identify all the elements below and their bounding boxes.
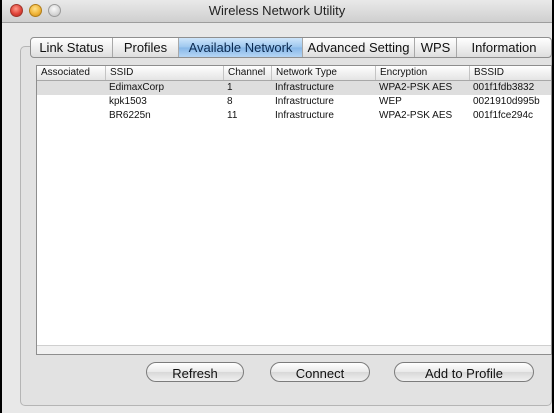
cell-encryption: WPA2-PSK AES xyxy=(379,110,453,121)
column-header-channel[interactable]: Channel xyxy=(223,66,271,80)
tab-available-network[interactable]: Available Network xyxy=(179,38,303,57)
tab-information[interactable]: Information xyxy=(457,38,551,57)
cell-network-type: Infrastructure xyxy=(275,110,334,121)
column-header-network-type[interactable]: Network Type xyxy=(271,66,375,80)
cell-associated xyxy=(37,81,105,95)
cell-ssid: EdimaxCorp xyxy=(109,82,165,93)
connect-button[interactable]: Connect xyxy=(270,362,370,382)
cell-associated xyxy=(37,95,105,109)
column-header-bssid[interactable]: BSSID xyxy=(469,66,551,80)
table-row[interactable]: kpk1503 8 Infrastructure WEP 0021910d995… xyxy=(37,95,551,109)
column-header-ssid[interactable]: SSID xyxy=(105,66,223,80)
tab-profiles[interactable]: Profiles xyxy=(113,38,179,57)
app-window: Wireless Network Utility Link Status Pro… xyxy=(2,0,552,413)
cell-channel: 1 xyxy=(227,82,233,93)
cell-bssid: 001f1fce294c xyxy=(473,110,534,121)
cell-channel: 11 xyxy=(227,110,238,121)
cell-ssid: kpk1503 xyxy=(109,96,147,107)
window-title: Wireless Network Utility xyxy=(208,3,346,18)
available-networks-table[interactable]: Associated SSID Channel Network Type Enc… xyxy=(36,65,552,355)
cell-bssid: 0021910d995b xyxy=(473,96,540,107)
cell-bssid: 001f1fdb3832 xyxy=(473,82,535,93)
cell-ssid: BR6225n xyxy=(109,110,151,121)
cell-network-type: Infrastructure xyxy=(275,96,334,107)
horizontal-scrollbar[interactable] xyxy=(37,345,551,354)
table-row[interactable]: BR6225n 11 Infrastructure WPA2-PSK AES 0… xyxy=(37,109,551,123)
cell-network-type: Infrastructure xyxy=(275,82,334,93)
cell-encryption: WPA2-PSK AES xyxy=(379,82,453,93)
title-bar: Wireless Network Utility xyxy=(2,0,552,23)
tab-wps[interactable]: WPS xyxy=(415,38,457,57)
tab-bar: Link Status Profiles Available Network A… xyxy=(30,37,552,58)
cell-channel: 8 xyxy=(227,96,233,107)
cell-associated xyxy=(37,109,105,123)
column-header-associated[interactable]: Associated xyxy=(37,66,105,80)
cell-encryption: WEP xyxy=(379,96,402,107)
add-to-profile-button[interactable]: Add to Profile xyxy=(394,362,534,382)
table-row[interactable]: EdimaxCorp 1 Infrastructure WPA2-PSK AES… xyxy=(37,81,551,95)
table-header: Associated SSID Channel Network Type Enc… xyxy=(37,66,551,81)
tab-advanced-setting[interactable]: Advanced Setting xyxy=(303,38,415,57)
refresh-button[interactable]: Refresh xyxy=(146,362,244,382)
column-header-encryption[interactable]: Encryption xyxy=(375,66,469,80)
tab-link-status[interactable]: Link Status xyxy=(31,38,113,57)
